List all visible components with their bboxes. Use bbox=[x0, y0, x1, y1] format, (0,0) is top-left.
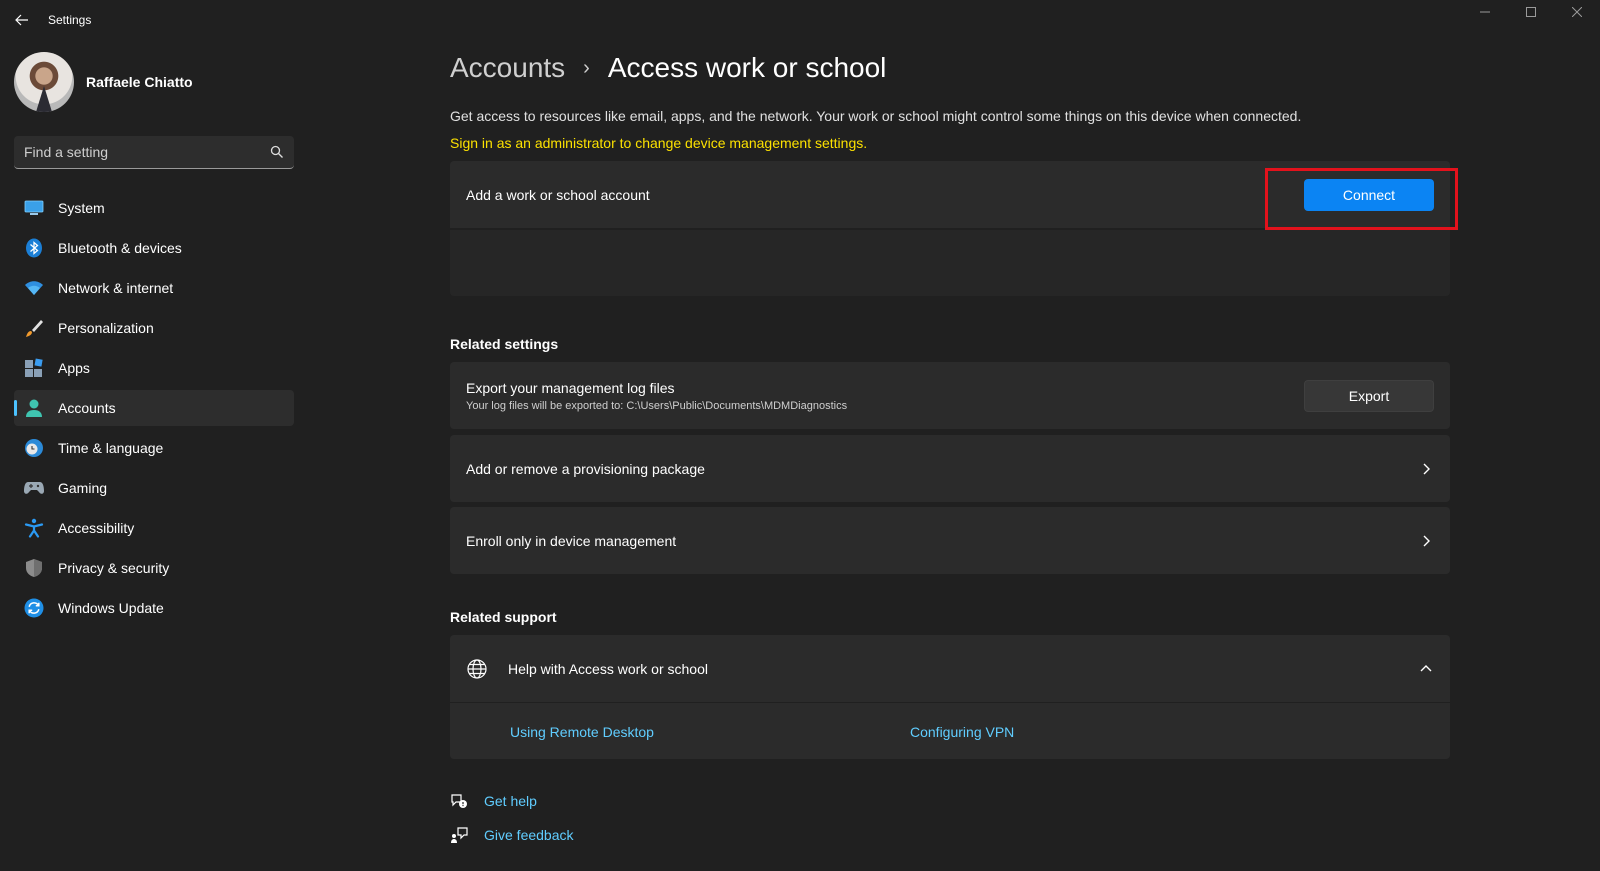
sidebar-item-system[interactable]: System bbox=[14, 190, 294, 226]
breadcrumb-separator: › bbox=[583, 56, 590, 79]
sidebar-item-label: Accounts bbox=[58, 400, 116, 416]
sidebar-item-label: Accessibility bbox=[58, 520, 135, 536]
help-links-panel: Using Remote Desktop Configuring VPN bbox=[450, 703, 1450, 759]
help-expander[interactable]: Help with Access work or school bbox=[450, 635, 1450, 702]
sidebar-item-label: Apps bbox=[58, 360, 90, 376]
page-description: Get access to resources like email, apps… bbox=[450, 108, 1302, 124]
give-feedback-link[interactable]: Give feedback bbox=[450, 826, 574, 844]
maximize-icon bbox=[1526, 7, 1536, 17]
enroll-device-management-label: Enroll only in device management bbox=[466, 532, 677, 549]
chevron-right-icon bbox=[1423, 463, 1430, 474]
globe-clock-icon bbox=[24, 438, 44, 458]
sidebar-item-label: Gaming bbox=[58, 480, 108, 496]
back-button[interactable] bbox=[10, 8, 34, 32]
get-help-label: Get help bbox=[484, 793, 537, 809]
admin-notice: Sign in as an administrator to change de… bbox=[450, 135, 868, 151]
monitor-icon bbox=[24, 198, 44, 218]
gamepad-icon bbox=[24, 478, 44, 498]
search-icon[interactable] bbox=[270, 145, 284, 159]
related-settings-heading: Related settings bbox=[450, 336, 559, 352]
related-support-heading: Related support bbox=[450, 609, 557, 625]
minimize-button[interactable] bbox=[1462, 0, 1508, 24]
sidebar-item-label: Network & internet bbox=[58, 280, 174, 296]
wifi-icon bbox=[24, 278, 44, 298]
apps-icon bbox=[24, 358, 44, 378]
breadcrumb: Accounts › Access work or school bbox=[450, 52, 886, 84]
avatar bbox=[14, 52, 74, 112]
back-arrow-icon bbox=[15, 14, 28, 26]
remote-desktop-link[interactable]: Using Remote Desktop bbox=[510, 724, 654, 740]
add-account-label: Add a work or school account bbox=[466, 186, 650, 203]
update-icon bbox=[24, 598, 44, 618]
shield-icon bbox=[24, 558, 44, 578]
help-title: Help with Access work or school bbox=[508, 660, 708, 677]
export-logs-card: Export your management log files Your lo… bbox=[450, 362, 1450, 429]
chevron-right-icon bbox=[1423, 535, 1430, 546]
export-logs-path: Your log files will be exported to: C:\U… bbox=[466, 399, 848, 412]
search-box[interactable] bbox=[14, 136, 294, 169]
sidebar-item-label: Time & language bbox=[58, 440, 164, 456]
maximize-button[interactable] bbox=[1508, 0, 1554, 24]
page-title: Access work or school bbox=[607, 52, 887, 83]
give-feedback-label: Give feedback bbox=[484, 827, 574, 843]
close-icon bbox=[1572, 7, 1582, 17]
sidebar-item-label: Bluetooth & devices bbox=[58, 240, 182, 256]
sidebar-item-label: Privacy & security bbox=[58, 560, 170, 576]
app-title: Settings bbox=[48, 13, 92, 27]
profile-name: Raffaele Chiatto bbox=[86, 74, 193, 90]
person-icon bbox=[24, 398, 44, 418]
provisioning-package-row[interactable]: Add or remove a provisioning package bbox=[450, 435, 1450, 502]
minimize-icon bbox=[1480, 11, 1490, 13]
sidebar-item-personalization[interactable]: Personalization bbox=[14, 310, 294, 346]
help-chat-icon bbox=[451, 794, 467, 808]
bluetooth-icon bbox=[24, 238, 44, 258]
provisioning-package-label: Add or remove a provisioning package bbox=[466, 460, 705, 477]
window-controls bbox=[1462, 0, 1600, 24]
highlight-annotation bbox=[1265, 168, 1458, 230]
export-logs-title: Export your management log files bbox=[466, 379, 675, 396]
sidebar-item-accounts[interactable]: Accounts bbox=[14, 390, 294, 426]
sidebar-item-accessibility[interactable]: Accessibility bbox=[14, 510, 294, 546]
export-button[interactable]: Export bbox=[1304, 379, 1434, 412]
sidebar-nav: System Bluetooth & devices Network & int… bbox=[14, 190, 294, 630]
user-profile[interactable]: Raffaele Chiatto bbox=[14, 52, 193, 112]
globe-icon bbox=[467, 658, 487, 679]
breadcrumb-parent[interactable]: Accounts bbox=[450, 52, 565, 84]
sidebar-item-apps[interactable]: Apps bbox=[14, 350, 294, 386]
sidebar-item-bluetooth[interactable]: Bluetooth & devices bbox=[14, 230, 294, 266]
accounts-list-area bbox=[450, 230, 1450, 296]
get-help-link[interactable]: Get help bbox=[450, 792, 537, 810]
feedback-icon bbox=[451, 827, 468, 843]
sidebar-item-label: Windows Update bbox=[58, 600, 164, 616]
enroll-device-management-row[interactable]: Enroll only in device management bbox=[450, 507, 1450, 574]
chevron-up-icon bbox=[1420, 664, 1432, 671]
vpn-link[interactable]: Configuring VPN bbox=[910, 724, 1014, 740]
close-button[interactable] bbox=[1554, 0, 1600, 24]
sidebar-item-gaming[interactable]: Gaming bbox=[14, 470, 294, 506]
accessibility-icon bbox=[24, 518, 44, 538]
sidebar-item-time-language[interactable]: Time & language bbox=[14, 430, 294, 466]
sidebar-item-network[interactable]: Network & internet bbox=[14, 270, 294, 306]
brush-icon bbox=[24, 318, 44, 338]
sidebar-item-privacy-security[interactable]: Privacy & security bbox=[14, 550, 294, 586]
sidebar-item-label: System bbox=[58, 200, 105, 216]
search-input[interactable] bbox=[24, 144, 270, 160]
sidebar-item-windows-update[interactable]: Windows Update bbox=[14, 590, 294, 626]
title-bar: Settings bbox=[0, 0, 1600, 40]
sidebar-item-label: Personalization bbox=[58, 320, 154, 336]
